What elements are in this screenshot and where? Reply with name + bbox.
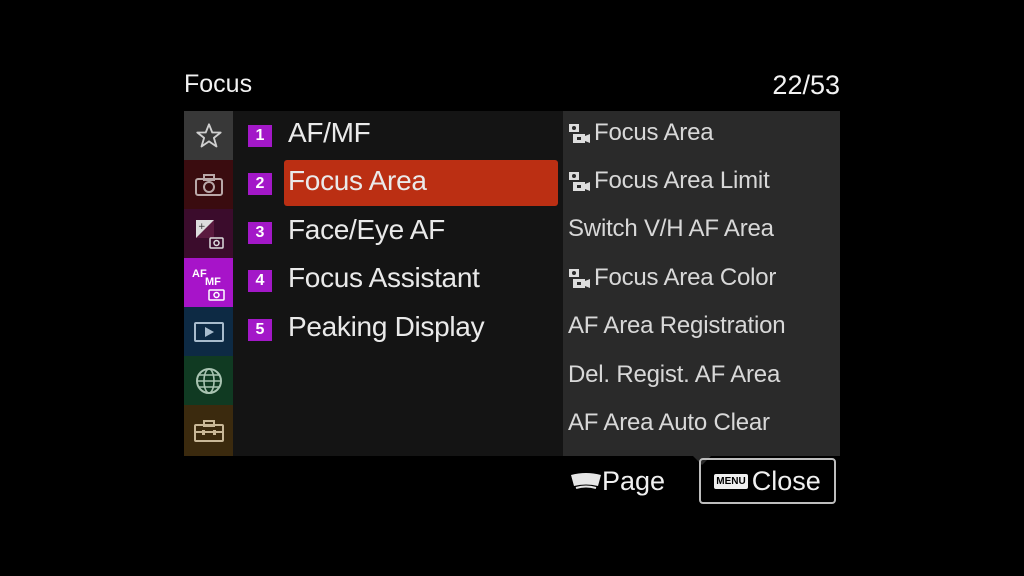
menu-panel: + AF MF 1 AF/MF 2 Focus Area 3 Face/Eye … xyxy=(184,111,840,456)
mf-text: MF xyxy=(205,276,221,288)
submenu-item-af-mf[interactable]: 1 AF/MF xyxy=(233,111,563,159)
playback-icon xyxy=(193,321,224,342)
close-label: Close xyxy=(751,465,821,496)
item-af-area-registration[interactable]: AF Area Registration xyxy=(568,312,786,360)
category-tabs: + AF MF xyxy=(184,111,233,456)
item-label: Focus Area xyxy=(594,119,714,146)
photo-movie-icon xyxy=(569,123,590,143)
menu-button-tag: MENU xyxy=(714,473,748,489)
page-indicator: 22/53 xyxy=(772,70,840,100)
submenu-label: Focus Assistant xyxy=(288,262,480,293)
item-label: Focus Area Limit xyxy=(594,167,770,194)
submenu-number: 3 xyxy=(248,222,272,244)
submenu-item-focus-assistant[interactable]: 4 Focus Assistant xyxy=(233,256,563,304)
submenu-number: 1 xyxy=(248,125,272,147)
submenu-item-peaking-display[interactable]: 5 Peaking Display xyxy=(233,305,563,353)
item-list: Focus Area Focus Area Limit Switch V/H A… xyxy=(563,111,840,456)
item-del-regist-af-area[interactable]: Del. Regist. AF Area xyxy=(568,361,780,409)
submenu-label: Face/Eye AF xyxy=(288,214,445,245)
item-label: Switch V/H AF Area xyxy=(568,215,774,242)
camera-icon xyxy=(194,173,223,196)
tab-exposure[interactable]: + xyxy=(184,209,233,258)
submenu-number: 5 xyxy=(248,319,272,341)
tab-setup[interactable] xyxy=(184,405,233,456)
item-af-area-auto-clear[interactable]: AF Area Auto Clear xyxy=(568,409,770,457)
exposure-camera-icon: + xyxy=(195,219,224,249)
page-button[interactable]: Page xyxy=(570,466,665,497)
tab-focus[interactable]: AF MF xyxy=(184,258,233,307)
submenu-number: 4 xyxy=(248,270,272,292)
item-label: AF Area Registration xyxy=(568,312,786,339)
tab-playback[interactable] xyxy=(184,307,233,356)
submenu-label: AF/MF xyxy=(288,117,371,148)
photo-movie-icon xyxy=(569,171,590,191)
submenu-item-face-eye-af[interactable]: 3 Face/Eye AF xyxy=(233,208,563,256)
menu-title: Focus xyxy=(184,70,253,98)
globe-icon xyxy=(195,367,222,394)
item-focus-area[interactable]: Focus Area xyxy=(568,119,714,167)
item-label: Focus Area Color xyxy=(594,264,777,291)
item-switch-vh-af-area[interactable]: Switch V/H AF Area xyxy=(568,215,774,263)
item-label: Del. Regist. AF Area xyxy=(568,361,781,388)
star-icon xyxy=(195,122,222,147)
photo-movie-icon xyxy=(569,268,590,288)
item-focus-area-limit[interactable]: Focus Area Limit xyxy=(568,167,770,215)
tab-network[interactable] xyxy=(184,356,233,405)
tab-favorites[interactable] xyxy=(184,111,233,160)
submenu-label: Focus Area xyxy=(288,165,427,196)
page-label: Page xyxy=(602,466,666,496)
item-focus-area-color[interactable]: Focus Area Color xyxy=(568,264,776,312)
submenu-label: Peaking Display xyxy=(288,311,485,342)
toolbox-icon xyxy=(193,419,224,442)
tab-shooting[interactable] xyxy=(184,160,233,209)
control-wheel-icon xyxy=(571,472,601,489)
item-label: AF Area Auto Clear xyxy=(568,409,770,436)
submenu-item-focus-area[interactable]: 2 Focus Area xyxy=(233,159,563,207)
svg-text:+: + xyxy=(198,222,206,232)
close-button[interactable]: MENU Close xyxy=(699,458,836,504)
af-mf-camera-icon: AF MF xyxy=(192,268,225,301)
submenu-list: 1 AF/MF 2 Focus Area 3 Face/Eye AF 4 Foc… xyxy=(233,111,563,456)
submenu-number: 2 xyxy=(248,173,272,195)
